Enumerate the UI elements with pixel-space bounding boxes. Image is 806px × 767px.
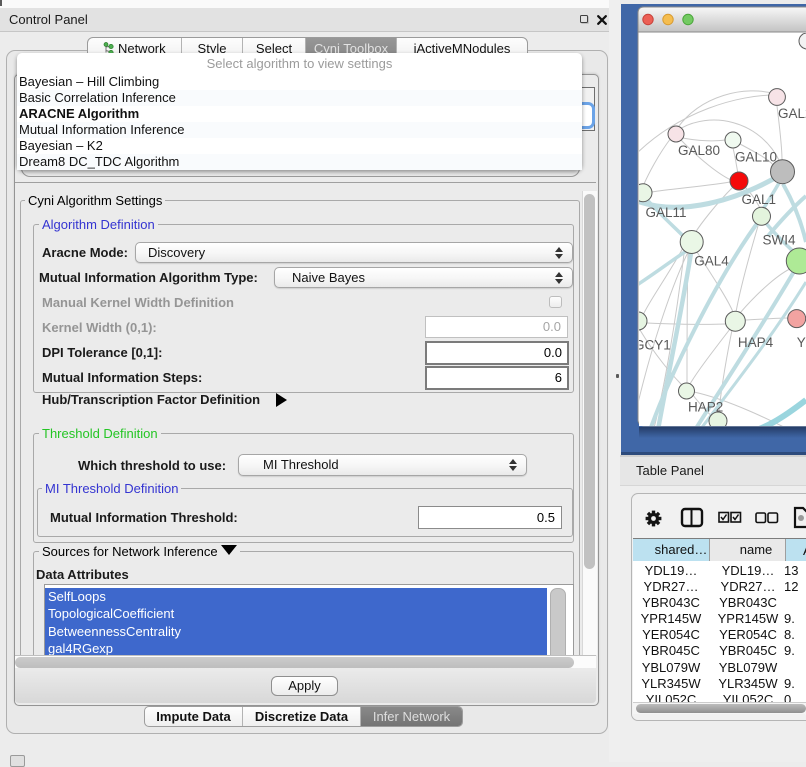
svg-text:HAP2: HAP2	[688, 400, 723, 415]
svg-text:GAL4: GAL4	[694, 254, 729, 269]
svg-text:YM: YM	[797, 335, 806, 350]
svg-text:GAL80: GAL80	[678, 143, 720, 158]
svg-text:HAP4: HAP4	[738, 335, 774, 350]
svg-text:GCY1: GCY1	[634, 338, 671, 353]
svg-text:GAL2: GAL2	[778, 106, 806, 121]
svg-text:GAL11: GAL11	[646, 205, 687, 220]
svg-text:GAL1: GAL1	[742, 192, 777, 207]
svg-text:SWI4: SWI4	[763, 233, 796, 248]
svg-text:GAL10: GAL10	[735, 150, 777, 165]
